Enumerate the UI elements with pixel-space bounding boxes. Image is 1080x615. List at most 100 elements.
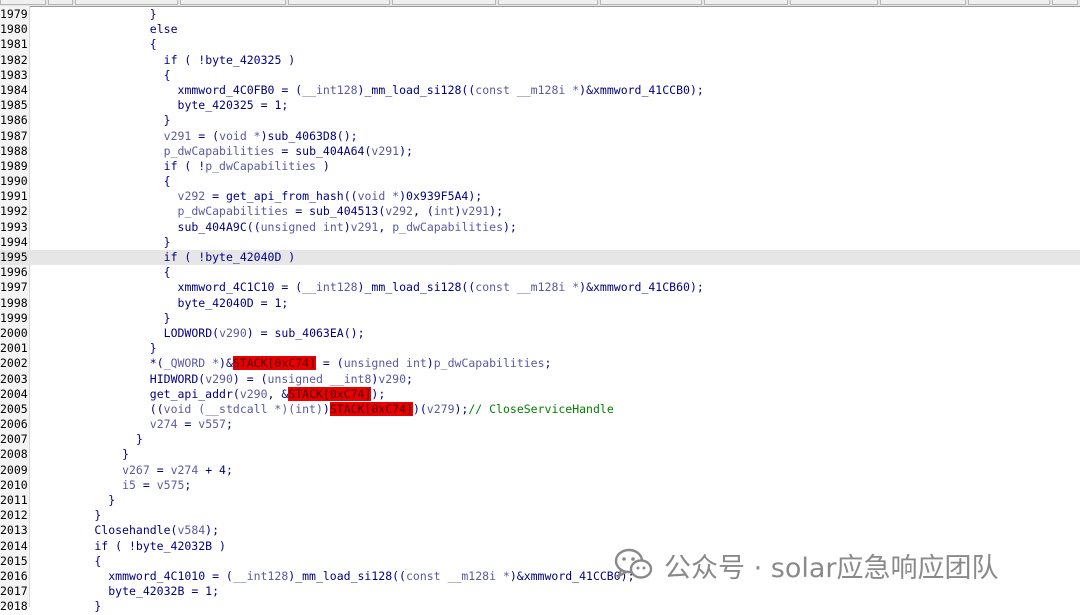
- code-token[interactable]: );: [489, 204, 503, 218]
- code-line[interactable]: 1990 {: [0, 174, 1080, 189]
- code-token[interactable]: (: [233, 387, 240, 401]
- editor-tab[interactable]: [0, 0, 46, 5]
- code-token[interactable]: _mm_load_si128: [295, 569, 392, 583]
- code-token[interactable]: v290: [240, 387, 268, 401]
- code-token[interactable]: else: [150, 22, 178, 36]
- code-token[interactable]: );: [468, 189, 482, 203]
- code-token[interactable]: void *: [219, 129, 261, 143]
- code-token[interactable]: }: [164, 311, 171, 325]
- editor-tab[interactable]: [790, 0, 878, 5]
- code-token[interactable]: 0x939F5A4: [406, 189, 468, 203]
- code-token[interactable]: );: [690, 83, 704, 97]
- code-text[interactable]: }: [136, 432, 143, 447]
- code-token[interactable]: {: [94, 554, 101, 568]
- code-token[interactable]: xmmword_4C0FB0: [178, 83, 275, 97]
- code-text[interactable]: xmmword_4C1C10 = (__int128)_mm_load_si12…: [178, 280, 704, 295]
- code-line[interactable]: 2017 byte_42032B = 1;: [0, 584, 1080, 599]
- code-token[interactable]: void (__stdcall *)(int): [164, 402, 323, 416]
- code-token[interactable]: sub_404A64: [295, 144, 364, 158]
- code-token[interactable]: v291: [164, 129, 192, 143]
- code-token[interactable]: ): [261, 129, 268, 143]
- code-token[interactable]: v274: [171, 463, 199, 477]
- code-token[interactable]: =: [150, 463, 171, 477]
- code-token[interactable]: __int128: [233, 569, 288, 583]
- code-token[interactable]: = (: [316, 356, 344, 370]
- code-token[interactable]: ): [316, 159, 330, 173]
- editor-tab[interactable]: [880, 0, 966, 5]
- code-token[interactable]: unsigned __int8: [268, 372, 372, 386]
- code-token[interactable]: get_api_from_hash: [226, 189, 344, 203]
- code-text[interactable]: if ( !byte_420325 ): [164, 53, 296, 68]
- code-token[interactable]: if ( !: [164, 250, 206, 264]
- code-token[interactable]: ;: [281, 98, 288, 112]
- code-text[interactable]: Closehandle(v584);: [94, 523, 219, 538]
- code-token[interactable]: byte_420325: [178, 98, 254, 112]
- code-text[interactable]: ((void (__stdcall *)(int))STACK[0xC74])(…: [150, 401, 614, 417]
- code-token[interactable]: v292: [385, 204, 413, 218]
- code-token[interactable]: )&: [510, 569, 524, 583]
- code-line[interactable]: 2007}: [0, 432, 1080, 447]
- code-token[interactable]: ();: [337, 129, 358, 143]
- code-token[interactable]: ;: [212, 584, 219, 598]
- code-token[interactable]: ) = (: [233, 372, 268, 386]
- code-text[interactable]: sub_404A9C((unsigned int)v291, p_dwCapab…: [178, 220, 517, 235]
- code-token[interactable]: = (: [205, 569, 233, 583]
- code-token[interactable]: p_dwCapabilities: [164, 144, 275, 158]
- code-token[interactable]: v291: [371, 144, 399, 158]
- editor-tab[interactable]: [392, 0, 496, 5]
- code-token[interactable]: _mm_load_si128: [364, 83, 461, 97]
- code-token[interactable]: ): [344, 220, 351, 234]
- code-token[interactable]: ): [281, 53, 295, 67]
- code-text[interactable]: else: [150, 22, 178, 37]
- code-text[interactable]: }: [150, 341, 157, 356]
- code-line[interactable]: 1989 if ( !p_dwCapabilities ): [0, 159, 1080, 174]
- code-token[interactable]: ;: [406, 372, 413, 386]
- code-token[interactable]: p_dwCapabilities: [434, 356, 545, 370]
- code-line[interactable]: 2013 Closehandle(v584);: [0, 523, 1080, 538]
- code-token[interactable]: p_dwCapabilities: [178, 204, 289, 218]
- code-line[interactable]: 1981 {: [0, 37, 1080, 52]
- code-token[interactable]: xmmword_4C1C10: [178, 280, 275, 294]
- code-line[interactable]: 2001}: [0, 341, 1080, 356]
- code-token[interactable]: ((: [461, 83, 475, 97]
- code-token[interactable]: LODWORD: [164, 326, 212, 340]
- code-token[interactable]: }: [164, 235, 171, 249]
- code-token[interactable]: ((: [392, 569, 406, 583]
- code-line[interactable]: 1995 if ( !byte_42040D ): [0, 250, 1080, 266]
- code-text[interactable]: get_api_addr(v290, &STACK[0xC74]);: [150, 386, 385, 402]
- code-line[interactable]: 1986}: [0, 113, 1080, 128]
- code-line[interactable]: 1988 p_dwCapabilities = sub_404A64(v291);: [0, 144, 1080, 159]
- code-token[interactable]: }: [150, 341, 157, 355]
- editor-tab[interactable]: [600, 0, 702, 5]
- code-token[interactable]: ((: [150, 402, 164, 416]
- code-line[interactable]: 1991 v292 = get_api_from_hash((void *)0x9…: [0, 189, 1080, 204]
- code-token[interactable]: }: [94, 599, 101, 613]
- code-text[interactable]: if ( !p_dwCapabilities ): [164, 159, 330, 174]
- code-token[interactable]: if ( !: [94, 539, 136, 553]
- code-text[interactable]: v267 = v274 + 4;: [122, 463, 233, 478]
- code-text[interactable]: {: [164, 68, 171, 83]
- code-text[interactable]: }: [164, 235, 171, 250]
- code-text[interactable]: xmmword_4C0FB0 = (__int128)_mm_load_si12…: [178, 83, 704, 98]
- code-token[interactable]: ): [427, 356, 434, 370]
- code-line[interactable]: 2012}: [0, 508, 1080, 523]
- code-token[interactable]: *(: [150, 356, 164, 370]
- code-token[interactable]: ;: [226, 463, 233, 477]
- code-token[interactable]: );: [503, 220, 517, 234]
- code-token[interactable]: 4: [219, 463, 226, 477]
- code-token[interactable]: = (: [191, 129, 219, 143]
- code-token[interactable]: ) =: [247, 326, 275, 340]
- editor-tab[interactable]: [968, 0, 1050, 5]
- code-line[interactable]: 1993 sub_404A9C((unsigned int)v291, p_dwC…: [0, 220, 1080, 235]
- code-token[interactable]: p_dwCapabilities: [205, 159, 316, 173]
- code-text[interactable]: if ( !byte_42040D ): [164, 250, 296, 265]
- code-line[interactable]: 1996 {: [0, 265, 1080, 280]
- code-token[interactable]: const __m128i *: [475, 83, 579, 97]
- code-text[interactable]: }: [164, 113, 171, 128]
- code-token[interactable]: );: [205, 523, 219, 537]
- code-token[interactable]: byte_42032B: [108, 584, 184, 598]
- code-line[interactable]: 2010 i5 = v575;: [0, 478, 1080, 493]
- code-line[interactable]: 1985 byte_420325 = 1;: [0, 98, 1080, 113]
- code-token[interactable]: sub_404A9C: [178, 220, 247, 234]
- highlighted-token[interactable]: STACK[0xC74]: [329, 401, 413, 416]
